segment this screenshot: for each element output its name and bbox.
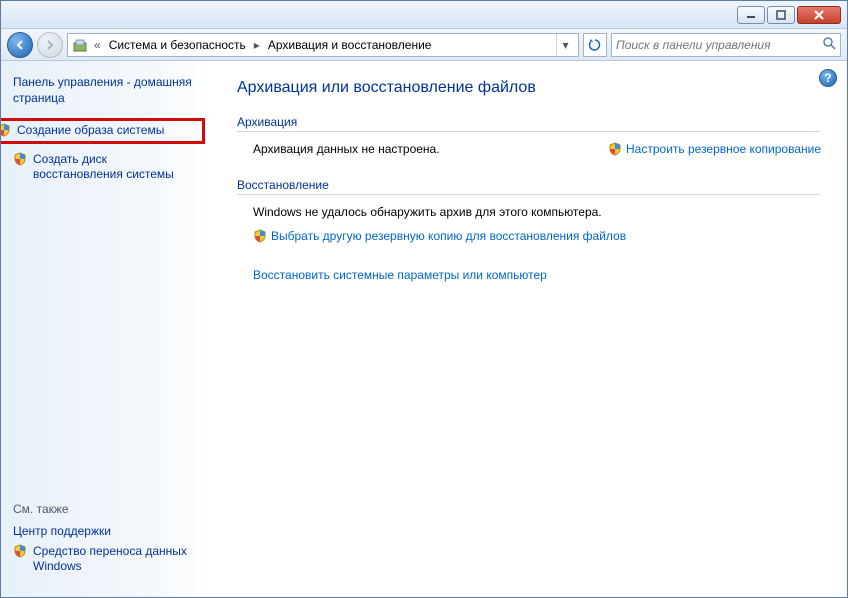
close-button[interactable] bbox=[797, 6, 841, 24]
sidebar-item-label: Создание образа системы bbox=[17, 123, 164, 139]
breadcrumb-current[interactable]: Архивация и восстановление bbox=[266, 37, 434, 53]
search-input[interactable] bbox=[616, 38, 822, 52]
forward-button[interactable] bbox=[37, 32, 63, 58]
shield-icon bbox=[13, 152, 27, 166]
backup-status-text: Архивация данных не настроена. bbox=[253, 142, 440, 156]
search-box[interactable] bbox=[611, 33, 841, 57]
backup-section: Архивация данных не настроена. Настроить… bbox=[237, 142, 821, 156]
breadcrumb-dropdown[interactable]: ▾ bbox=[556, 34, 574, 56]
see-also-heading: См. также bbox=[13, 502, 199, 516]
location-icon bbox=[72, 37, 88, 53]
control-panel-home-link[interactable]: Панель управления - домашняя страница bbox=[13, 75, 199, 106]
titlebar bbox=[1, 1, 847, 29]
chevron-right-icon: ▸ bbox=[252, 38, 262, 52]
addressbar: « Система и безопасность ▸ Архивация и в… bbox=[1, 29, 847, 61]
sidebar: Панель управления - домашняя страница Со… bbox=[1, 61, 211, 597]
shield-icon bbox=[13, 544, 27, 558]
help-button[interactable]: ? bbox=[819, 69, 837, 87]
page-title: Архивация или восстановление файлов bbox=[237, 79, 821, 97]
see-also-easy-transfer[interactable]: Средство переноса данных Windows bbox=[13, 544, 199, 575]
see-also-support-center[interactable]: Центр поддержки bbox=[13, 524, 199, 538]
breadcrumb-parent[interactable]: Система и безопасность bbox=[107, 37, 248, 53]
shield-icon bbox=[608, 142, 622, 156]
refresh-button[interactable] bbox=[583, 33, 607, 57]
restore-section-heading: Восстановление bbox=[237, 178, 821, 195]
sidebar-item-create-recovery-disc[interactable]: Создать диск восстановления системы bbox=[13, 152, 199, 183]
minimize-button[interactable] bbox=[737, 6, 765, 24]
body: Панель управления - домашняя страница Со… bbox=[1, 61, 847, 597]
main-content: ? Архивация или восстановление файлов Ар… bbox=[211, 61, 847, 597]
breadcrumb-prefix: « bbox=[92, 38, 103, 52]
sidebar-item-label: Создать диск восстановления системы bbox=[33, 152, 199, 183]
control-panel-window: « Система и безопасность ▸ Архивация и в… bbox=[0, 0, 848, 598]
sidebar-item-create-system-image[interactable]: Создание образа системы bbox=[1, 123, 198, 139]
maximize-button[interactable] bbox=[767, 6, 795, 24]
shield-icon bbox=[1, 123, 11, 137]
backup-section-heading: Архивация bbox=[237, 115, 821, 132]
select-other-backup-label: Выбрать другую резервную копию для восст… bbox=[271, 229, 626, 243]
restore-section: Windows не удалось обнаружить архив для … bbox=[237, 205, 821, 246]
shield-icon bbox=[253, 229, 267, 243]
highlight-annotation: Создание образа системы bbox=[1, 118, 205, 144]
system-restore-link[interactable]: Восстановить системные параметры или ком… bbox=[237, 268, 821, 282]
restore-status-text: Windows не удалось обнаружить архив для … bbox=[253, 205, 821, 219]
restore-heading-text: Восстановление bbox=[237, 178, 329, 192]
setup-backup-label: Настроить резервное копирование bbox=[626, 142, 821, 156]
see-also-label: Средство переноса данных Windows bbox=[33, 544, 199, 575]
setup-backup-link[interactable]: Настроить резервное копирование bbox=[608, 142, 821, 156]
backup-heading-text: Архивация bbox=[237, 115, 297, 129]
breadcrumb[interactable]: « Система и безопасность ▸ Архивация и в… bbox=[67, 33, 579, 57]
search-icon bbox=[822, 36, 836, 53]
back-button[interactable] bbox=[7, 32, 33, 58]
select-other-backup-link[interactable]: Выбрать другую резервную копию для восст… bbox=[253, 229, 626, 243]
